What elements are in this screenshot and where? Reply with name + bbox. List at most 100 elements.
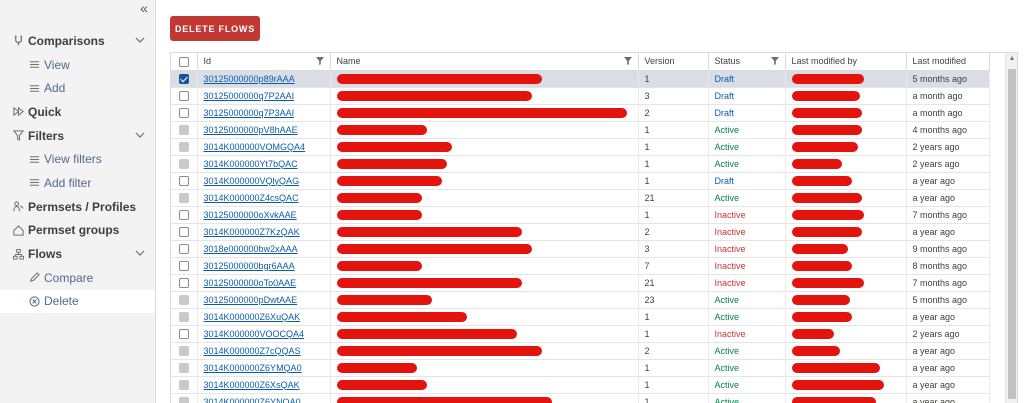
table-row[interactable]: 30125000000pV8hAAE 1 Active 4 months ago bbox=[171, 121, 990, 139]
row-select-cell[interactable] bbox=[171, 240, 198, 258]
table-row[interactable]: 3018e000000bw2xAAA 3 Inactive 9 months ago bbox=[171, 240, 990, 258]
row-select-cell[interactable] bbox=[171, 155, 198, 173]
table-row[interactable]: 3014K000000Yt7bQAC 1 Active 2 years ago bbox=[171, 155, 990, 173]
sidebar-item-add[interactable]: Add bbox=[0, 76, 155, 100]
row-select-cell[interactable] bbox=[171, 87, 198, 105]
sidebar-item-flows[interactable]: Flows bbox=[0, 242, 155, 266]
table-row[interactable]: 30125000000q7P2AAI 3 Draft a month ago bbox=[171, 87, 990, 105]
column-header-id[interactable]: Id bbox=[197, 53, 331, 71]
row-select-cell[interactable] bbox=[171, 291, 198, 309]
vertical-scrollbar[interactable]: ▲ bbox=[1005, 53, 1017, 403]
flow-id-link[interactable]: 3014K000000VOOCQA4 bbox=[204, 329, 305, 339]
table-row[interactable]: 30125000000oXvkAAE 1 Inactive 7 months ago bbox=[171, 206, 990, 224]
row-checkbox[interactable] bbox=[178, 73, 189, 84]
flow-id-link[interactable]: 30125000000q7P3AAI bbox=[204, 108, 295, 118]
row-checkbox[interactable] bbox=[178, 328, 189, 339]
flow-id-link[interactable]: 3014K000000Z6XuQAK bbox=[204, 312, 301, 322]
row-select-cell[interactable] bbox=[171, 206, 198, 224]
table-row[interactable]: 30125000000p89rAAA 1 Draft 5 months ago bbox=[171, 70, 990, 88]
sidebar-item-permsets-profiles[interactable]: Permsets / Profiles bbox=[0, 195, 155, 219]
table-row[interactable]: 3014K000000VQlyQAG 1 Draft a year ago bbox=[171, 172, 990, 190]
flow-id-link[interactable]: 30125000000p89rAAA bbox=[204, 74, 295, 84]
table-row[interactable]: 30125000000pDwtAAE 23 Active 5 months ago bbox=[171, 291, 990, 309]
table-row[interactable]: 3014K000000Z7KzQAK 2 Inactive a year ago bbox=[171, 223, 990, 241]
row-select-cell[interactable] bbox=[171, 70, 198, 88]
table-row[interactable]: 30125000000bgr6AAA 7 Inactive 8 months ago bbox=[171, 257, 990, 275]
table-row[interactable]: 3014K000000Z7cQQAS 2 Active a year ago bbox=[171, 342, 990, 360]
flow-id-link[interactable]: 30125000000q7P2AAI bbox=[204, 91, 295, 101]
row-select-cell[interactable] bbox=[171, 308, 198, 326]
scroll-up-arrow-icon[interactable]: ▲ bbox=[1006, 53, 1017, 65]
column-header-version[interactable]: Version bbox=[638, 53, 709, 71]
column-filter-icon[interactable] bbox=[315, 57, 324, 65]
row-select-cell[interactable] bbox=[171, 376, 198, 394]
row-select-cell[interactable] bbox=[171, 138, 198, 156]
sidebar-item-permset-groups[interactable]: Permset groups bbox=[0, 219, 155, 243]
column-header-last-modified[interactable]: Last modified bbox=[906, 53, 990, 71]
sidebar-item-add-filter[interactable]: Add filter bbox=[0, 171, 155, 195]
row-checkbox[interactable] bbox=[178, 277, 189, 288]
row-select-cell[interactable] bbox=[171, 121, 198, 139]
row-checkbox[interactable] bbox=[178, 175, 189, 186]
scroll-thumb[interactable] bbox=[1008, 69, 1016, 399]
chevron-down-icon[interactable] bbox=[134, 247, 146, 259]
row-select-cell[interactable] bbox=[171, 342, 198, 360]
column-header-status[interactable]: Status bbox=[708, 53, 786, 71]
column-filter-icon[interactable] bbox=[770, 57, 779, 65]
sidebar-item-compare[interactable]: Compare bbox=[0, 266, 155, 290]
flow-id-link[interactable]: 3014K000000Z4csQAC bbox=[204, 193, 299, 203]
column-header-last-modified-by[interactable]: Last modified by bbox=[785, 53, 907, 71]
row-checkbox[interactable] bbox=[178, 243, 189, 254]
flow-id-link[interactable]: 30125000000pDwtAAE bbox=[204, 295, 298, 305]
flow-id-link[interactable]: 3014K000000Z6YMQA0 bbox=[204, 363, 302, 373]
sidebar-item-delete[interactable]: Delete bbox=[0, 289, 155, 314]
row-select-cell[interactable] bbox=[171, 257, 198, 275]
table-row[interactable]: 3014K000000Z6XuQAK 1 Active a year ago bbox=[171, 308, 990, 326]
row-checkbox[interactable] bbox=[178, 209, 189, 220]
sidebar-item-view-filters[interactable]: View filters bbox=[0, 147, 155, 171]
row-select-cell[interactable] bbox=[171, 189, 198, 207]
chevron-down-icon[interactable] bbox=[134, 129, 146, 141]
table-row[interactable]: 3014K000000VOOCQA4 1 Inactive 2 years ago bbox=[171, 325, 990, 343]
sidebar-item-filters[interactable]: Filters bbox=[0, 124, 155, 148]
row-select-cell[interactable] bbox=[171, 359, 198, 377]
row-checkbox[interactable] bbox=[178, 107, 189, 118]
flow-id-link[interactable]: 3014K000000Z7cQQAS bbox=[204, 346, 301, 356]
sidebar-item-quick[interactable]: Quick bbox=[0, 100, 155, 124]
row-select-cell[interactable] bbox=[171, 172, 198, 190]
row-select-cell[interactable] bbox=[171, 223, 198, 241]
chevron-down-icon[interactable] bbox=[134, 34, 146, 46]
table-row[interactable]: 3014K000000Z4csQAC 21 Active a year ago bbox=[171, 189, 990, 207]
column-filter-icon[interactable] bbox=[623, 57, 632, 65]
select-all-checkbox[interactable] bbox=[178, 56, 189, 67]
flow-id-link[interactable]: 3018e000000bw2xAAA bbox=[204, 244, 298, 254]
flow-id-link[interactable]: 3014K000000Z6YNQA0 bbox=[204, 397, 301, 403]
row-select-cell[interactable] bbox=[171, 393, 198, 403]
flow-id-link[interactable]: 3014K000000Z6XsQAK bbox=[204, 380, 300, 390]
row-select-cell[interactable] bbox=[171, 274, 198, 292]
row-checkbox[interactable] bbox=[178, 90, 189, 101]
flow-id-link[interactable]: 30125000000pV8hAAE bbox=[204, 125, 298, 135]
sidebar-item-view[interactable]: View bbox=[0, 53, 155, 77]
table-row[interactable]: 3014K000000Z6XsQAK 1 Active a year ago bbox=[171, 376, 990, 394]
row-checkbox[interactable] bbox=[178, 260, 189, 271]
column-header-name[interactable]: Name bbox=[330, 53, 639, 71]
select-all-header[interactable] bbox=[171, 53, 198, 71]
row-checkbox[interactable] bbox=[178, 226, 189, 237]
flow-id-link[interactable]: 30125000000oXvkAAE bbox=[204, 210, 297, 220]
table-row[interactable]: 30125000000oTo0AAE 21 Inactive 7 months ago bbox=[171, 274, 990, 292]
sidebar-item-comparisons[interactable]: Comparisons bbox=[0, 29, 155, 53]
row-select-cell[interactable] bbox=[171, 104, 198, 122]
delete-flows-button[interactable]: DELETE FLOWS bbox=[170, 16, 260, 41]
collapse-sidebar-icon[interactable]: « bbox=[136, 0, 152, 18]
flow-id-link[interactable]: 3014K000000Yt7bQAC bbox=[204, 159, 298, 169]
flow-id-link[interactable]: 3014K000000VQlyQAG bbox=[204, 176, 300, 186]
flow-id-link[interactable]: 30125000000bgr6AAA bbox=[204, 261, 295, 271]
flow-id-link[interactable]: 3014K000000Z7KzQAK bbox=[204, 227, 300, 237]
flow-id-link[interactable]: 30125000000oTo0AAE bbox=[204, 278, 297, 288]
table-row[interactable]: 3014K000000VOMGQA4 1 Active 2 years ago bbox=[171, 138, 990, 156]
table-row[interactable]: 3014K000000Z6YMQA0 1 Active a year ago bbox=[171, 359, 990, 377]
table-row[interactable]: 30125000000q7P3AAI 2 Draft a month ago bbox=[171, 104, 990, 122]
flow-id-link[interactable]: 3014K000000VOMGQA4 bbox=[204, 142, 306, 152]
row-select-cell[interactable] bbox=[171, 325, 198, 343]
